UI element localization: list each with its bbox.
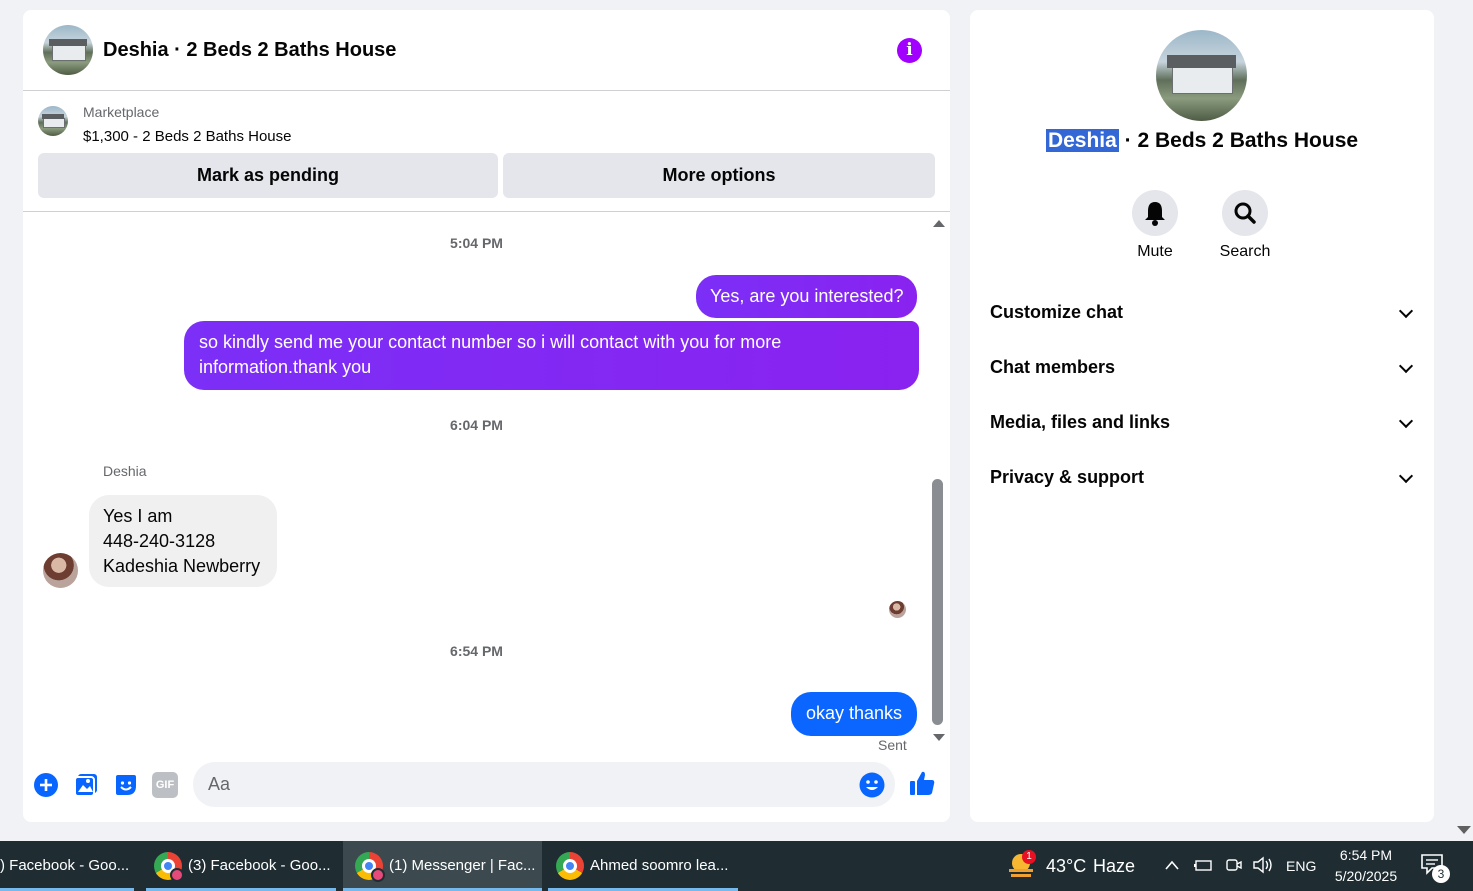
mark-as-pending-button[interactable]: Mark as pending xyxy=(38,153,498,198)
search-label: Search xyxy=(1219,243,1271,260)
input-language[interactable]: ENG xyxy=(1286,841,1316,891)
message-timestamp: 5:04 PM xyxy=(450,235,503,251)
chevron-up-icon[interactable] xyxy=(1164,859,1180,871)
scrollbar-thumb[interactable] xyxy=(932,479,943,725)
mute-label: Mute xyxy=(1137,243,1173,260)
taskbar-item-ahmed[interactable]: Ahmed soomro lea... xyxy=(548,841,738,891)
mute-button[interactable]: Mute xyxy=(1115,190,1195,261)
thumbs-up-icon[interactable] xyxy=(908,769,936,797)
message-timestamp: 6:54 PM xyxy=(450,643,503,659)
info-icon[interactable]: i xyxy=(897,38,922,63)
taskbar-item-label: ) Facebook - Goo... xyxy=(0,857,130,874)
clock-time: 6:54 PM xyxy=(1339,847,1393,863)
plus-circle-icon[interactable] xyxy=(33,772,59,798)
chrome-icon xyxy=(355,852,385,883)
camera-mic-icon[interactable] xyxy=(1225,856,1243,874)
seen-receipt-avatar xyxy=(889,601,906,618)
section-media-files-links[interactable]: Media, files and links xyxy=(990,402,1415,442)
chrome-icon xyxy=(154,852,184,883)
chat-panel: Deshia · 2 Beds 2 Baths House i Marketpl… xyxy=(23,10,950,822)
more-options-button[interactable]: More options xyxy=(503,153,935,198)
taskbar-item-label: (1) Messenger | Fac... xyxy=(389,857,536,874)
taskbar-item-facebook-1[interactable]: ) Facebook - Goo... xyxy=(0,841,134,891)
chat-title[interactable]: Deshia · 2 Beds 2 Baths House xyxy=(103,39,396,62)
outgoing-message[interactable]: so kindly send me your contact number so… xyxy=(184,321,919,390)
section-label: Customize chat xyxy=(990,302,1124,322)
sender-name: Deshia xyxy=(103,463,147,479)
listing-source: Marketplace xyxy=(83,104,160,120)
section-label: Privacy & support xyxy=(990,467,1145,487)
page-scroll-down-arrow-icon[interactable] xyxy=(1457,826,1471,834)
weather-temp: 43°C xyxy=(1046,856,1087,876)
chrome-icon xyxy=(556,852,584,881)
chevron-down-icon xyxy=(1398,303,1414,319)
windows-taskbar: ) Facebook - Goo... (3) Facebook - Goo..… xyxy=(0,841,1473,891)
message-timestamp: 6:04 PM xyxy=(450,417,503,433)
message-line: 448-240-3128 xyxy=(103,531,216,551)
chevron-down-icon xyxy=(1398,413,1414,429)
section-chat-members[interactable]: Chat members xyxy=(990,347,1415,387)
message-line: Kadeshia Newberry xyxy=(103,556,261,576)
message-list: 5:04 PM Yes, are you interested? so kind… xyxy=(23,213,950,753)
notification-center[interactable]: 3 xyxy=(1420,853,1452,883)
battery-icon[interactable] xyxy=(1193,857,1213,873)
sent-status: Sent xyxy=(878,737,907,753)
section-customize-chat[interactable]: Customize chat xyxy=(990,292,1415,332)
clock-date: 5/20/2025 xyxy=(1334,868,1398,884)
listing-thumbnail[interactable] xyxy=(38,106,68,136)
conversation-avatar[interactable] xyxy=(1156,30,1247,121)
chat-header: Deshia · 2 Beds 2 Baths House i xyxy=(23,10,950,91)
weather-badge: 1 xyxy=(1022,850,1036,864)
sender-avatar[interactable] xyxy=(43,553,78,588)
section-privacy-support[interactable]: Privacy & support xyxy=(990,457,1415,497)
taskbar-item-facebook-2[interactable]: (3) Facebook - Goo... xyxy=(146,841,336,891)
conversation-name-rest: · 2 Beds 2 Baths House xyxy=(1118,129,1359,152)
weather-widget[interactable]: 1 43°C Haze xyxy=(1006,841,1141,891)
clock[interactable]: 6:54 PM 5/20/2025 xyxy=(1325,845,1407,887)
search-button[interactable]: Search xyxy=(1205,190,1285,261)
search-icon[interactable] xyxy=(1222,190,1268,236)
conversation-name[interactable]: Deshia · 2 Beds 2 Baths House xyxy=(970,129,1434,153)
message-line: Yes I am xyxy=(103,506,173,526)
volume-icon[interactable] xyxy=(1252,856,1274,874)
notification-count: 3 xyxy=(1432,865,1450,883)
scroll-down-arrow-icon[interactable] xyxy=(933,734,945,741)
conversation-info-panel: Deshia · 2 Beds 2 Baths House Mute Searc… xyxy=(970,10,1434,822)
listing-price-title[interactable]: $1,300 - 2 Beds 2 Baths House xyxy=(83,128,291,145)
message-composer: GIF xyxy=(23,752,950,822)
section-label: Media, files and links xyxy=(990,412,1171,432)
weather-condition: Haze xyxy=(1093,856,1136,876)
listing-banner: Marketplace $1,300 - 2 Beds 2 Baths Hous… xyxy=(23,91,950,212)
message-scrollbar[interactable] xyxy=(929,216,947,748)
incoming-message[interactable]: Yes I am 448-240-3128 Kadeshia Newberry xyxy=(89,495,277,587)
outgoing-message[interactable]: Yes, are you interested? xyxy=(696,275,918,318)
outgoing-message[interactable]: okay thanks xyxy=(791,692,918,736)
conversation-name-selected: Deshia xyxy=(1045,129,1119,152)
taskbar-item-label: (3) Facebook - Goo... xyxy=(188,857,331,874)
chevron-down-icon xyxy=(1398,468,1414,484)
listing-avatar[interactable] xyxy=(43,25,93,75)
message-input[interactable] xyxy=(193,762,895,807)
sticker-icon[interactable] xyxy=(113,772,139,798)
taskbar-item-label: Ahmed soomro lea... xyxy=(590,857,729,874)
bell-icon[interactable] xyxy=(1132,190,1178,236)
scroll-up-arrow-icon[interactable] xyxy=(933,220,945,227)
emoji-icon[interactable] xyxy=(859,772,885,798)
gif-icon[interactable]: GIF xyxy=(152,772,178,798)
taskbar-item-messenger[interactable]: (1) Messenger | Fac... xyxy=(343,841,542,891)
chevron-down-icon xyxy=(1398,358,1414,374)
section-label: Chat members xyxy=(990,357,1116,377)
photo-icon[interactable] xyxy=(73,772,99,798)
